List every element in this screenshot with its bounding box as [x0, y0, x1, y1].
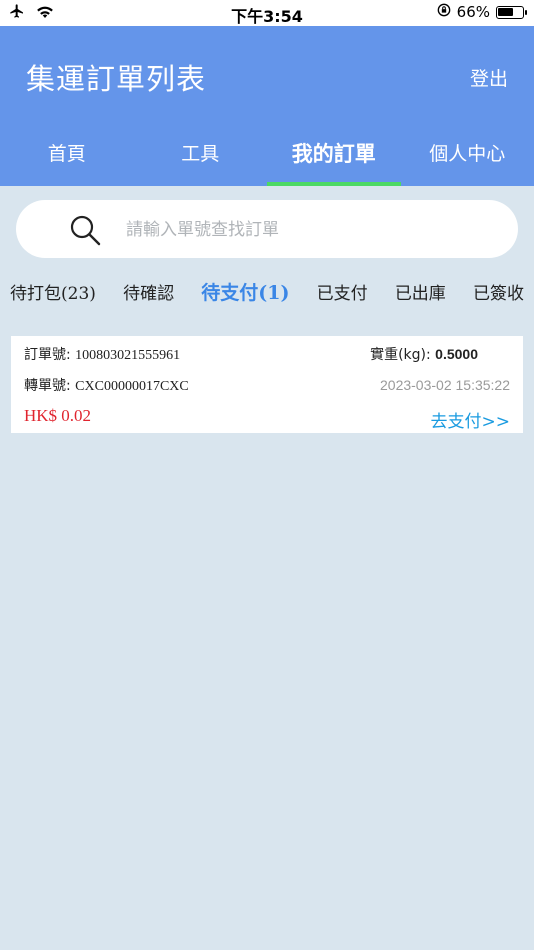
main-tabs: 首頁 工具 我的訂單 個人中心 [0, 130, 534, 186]
filter-label: 已簽收 [472, 283, 524, 304]
search-input[interactable] [124, 215, 508, 245]
weight-value: 0.5000 [435, 346, 478, 362]
filter-count: (23) [61, 283, 96, 304]
filter-count: (1) [258, 281, 290, 304]
search-icon[interactable] [68, 213, 102, 251]
filter-label: 待打包 [10, 283, 61, 304]
battery-level [498, 7, 513, 16]
order-number: 訂單號: 100803021555961 [24, 344, 180, 364]
search-bar [16, 200, 518, 258]
weight-label: 實重(kg): [370, 347, 431, 363]
battery-percent: 66% [456, 3, 490, 21]
tab-my-orders[interactable]: 我的訂單 [267, 130, 401, 186]
transfer-number-label: 轉單號: [24, 378, 71, 394]
status-right: 66% [437, 3, 527, 21]
filter-pending-pack[interactable]: 待打包(23) [10, 279, 96, 304]
filter-shipped[interactable]: 已出庫 [395, 279, 446, 304]
order-status-filters: 待打包(23) 待確認 待支付(1) 已支付 已出庫 已簽收 [10, 276, 524, 306]
order-number-label: 訂單號: [24, 347, 71, 363]
app-header: 集運訂單列表 登出 首頁 工具 我的訂單 個人中心 [0, 26, 534, 186]
page-title: 集運訂單列表 [26, 62, 207, 96]
orientation-lock-icon [437, 3, 451, 21]
tab-tools[interactable]: 工具 [134, 130, 268, 186]
order-datetime: 2023-03-02 15:35:22 [380, 377, 510, 393]
order-price: HK$ 0.02 [24, 406, 92, 425]
status-bar: 下午3:54 66% [0, 0, 534, 26]
battery-icon [496, 5, 527, 19]
transfer-number: 轉單號: CXC00000017CXC [24, 375, 189, 395]
tab-profile[interactable]: 個人中心 [401, 130, 534, 186]
filter-pending-confirm[interactable]: 待確認 [123, 279, 174, 304]
order-card[interactable]: 訂單號: 100803021555961 實重(kg): 0.5000 轉單號:… [11, 336, 523, 433]
filter-paid[interactable]: 已支付 [317, 279, 368, 304]
logout-button[interactable]: 登出 [470, 64, 508, 91]
filter-label: 已出庫 [394, 283, 446, 304]
filter-label: 待確認 [123, 283, 175, 304]
pay-button[interactable]: 去支付>> [431, 407, 511, 432]
tab-home[interactable]: 首頁 [0, 130, 134, 186]
filter-label: 已支付 [316, 283, 368, 304]
order-number-value: 100803021555961 [75, 348, 181, 363]
filter-label: 待支付 [201, 281, 259, 304]
filter-pending-payment[interactable]: 待支付(1) [201, 278, 289, 305]
transfer-number-value: CXC00000017CXC [75, 379, 189, 394]
filter-signed[interactable]: 已簽收 [473, 279, 524, 304]
order-weight: 實重(kg): 0.5000 [370, 344, 478, 364]
